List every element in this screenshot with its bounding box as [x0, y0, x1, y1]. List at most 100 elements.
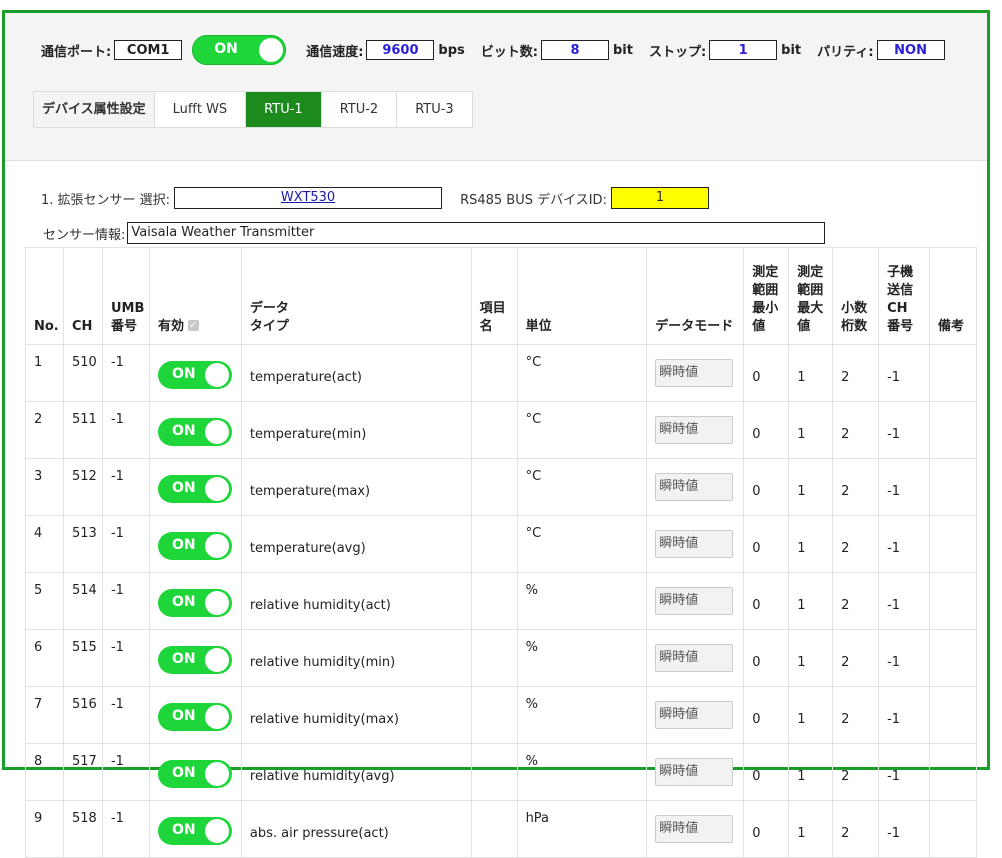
cell-slave-ch: -1 — [878, 629, 930, 687]
cell-unit: % — [516, 629, 648, 687]
cell-item[interactable] — [470, 743, 518, 801]
cell-min: 0 — [743, 515, 790, 573]
toggle-knob — [204, 534, 229, 558]
cell-datatype: relative humidity(min) — [240, 629, 472, 687]
sensor-select-field[interactable]: WXT530 — [174, 187, 443, 209]
busid-label: RS485 BUS デバイスID: — [460, 192, 607, 208]
cell-mode: 瞬時値 — [646, 344, 745, 402]
cell-ch: 512 — [62, 458, 103, 516]
enabled-toggle[interactable]: ON — [157, 703, 232, 731]
cell-item[interactable] — [470, 686, 518, 744]
cell-unit: °C — [516, 344, 648, 402]
data-mode-select[interactable]: 瞬時値 — [655, 530, 734, 558]
cell-item[interactable] — [470, 458, 518, 516]
sensor-select-link[interactable]: WXT530 — [281, 190, 335, 205]
cell-no: 4 — [25, 515, 64, 573]
cell-note[interactable] — [929, 743, 977, 801]
data-mode-select[interactable]: 瞬時値 — [655, 644, 734, 672]
sensor-info-field[interactable]: Vaisala Weather Transmitter — [127, 222, 826, 244]
table-row: 1 510 -1 ON temperature(act) °C 瞬時値 0 1 2 -1 — [25, 344, 977, 402]
cell-slave-ch: -1 — [878, 800, 930, 858]
cell-enabled: ON — [148, 800, 242, 858]
cell-enabled: ON — [148, 572, 242, 630]
data-mode-select[interactable]: 瞬時値 — [655, 416, 734, 444]
cell-datatype: relative humidity(act) — [240, 572, 472, 630]
cell-no: 7 — [25, 686, 64, 744]
cell-umb: -1 — [101, 629, 150, 687]
cell-max: 1 — [788, 572, 834, 630]
toggle-knob — [204, 420, 229, 444]
enabled-toggle[interactable]: ON — [157, 589, 232, 617]
cell-umb: -1 — [101, 800, 150, 858]
toggle-knob — [204, 477, 229, 501]
cell-note[interactable] — [929, 401, 977, 459]
settings-frame: 通信ポート: COM1 ON 通信速度: 9600 bps ビット数: 8 bi… — [2, 10, 990, 858]
stop-field[interactable]: 1 — [709, 40, 778, 60]
toggle-knob — [204, 819, 229, 843]
enabled-toggle[interactable]: ON — [157, 475, 232, 503]
table-header-row: No. CH UMB番号 有効 データタイプ 項目名 単位 データモード 測定範… — [25, 247, 977, 345]
table-row: 5 514 -1 ON relative humidity(act)% 瞬時値 0 1 2 -1 — [25, 572, 977, 630]
cell-mode: 瞬時値 — [646, 515, 745, 573]
cell-mode: 瞬時値 — [646, 401, 745, 459]
cell-note[interactable] — [929, 800, 977, 858]
cell-item[interactable] — [470, 344, 518, 402]
data-mode-select[interactable]: 瞬時値 — [655, 473, 734, 501]
enabled-toggle[interactable]: ON — [157, 760, 232, 788]
cell-note[interactable] — [929, 686, 977, 744]
cell-note[interactable] — [929, 458, 977, 516]
bits-field[interactable]: 8 — [540, 40, 609, 60]
data-mode-select[interactable]: 瞬時値 — [655, 815, 734, 843]
cell-min: 0 — [743, 458, 790, 516]
tab-rtu-3[interactable]: RTU-3 — [397, 92, 472, 127]
data-mode-select[interactable]: 瞬時値 — [655, 359, 734, 387]
tab-lufft-ws[interactable]: Lufft WS — [155, 92, 247, 127]
sensor-select-row: 1. 拡張センサー 選択: WXT530 RS485 BUS デバイスID: 1 — [41, 187, 709, 209]
cell-datatype: relative humidity(avg) — [240, 743, 472, 801]
enabled-toggle[interactable]: ON — [157, 646, 232, 674]
cell-note[interactable] — [929, 515, 977, 573]
cell-max: 1 — [788, 800, 834, 858]
data-mode-select[interactable]: 瞬時値 — [655, 701, 734, 729]
speed-field[interactable]: 9600 — [366, 40, 435, 60]
enabled-toggle[interactable]: ON — [157, 532, 232, 560]
cell-item[interactable] — [470, 800, 518, 858]
cell-enabled: ON — [148, 458, 242, 516]
cell-datatype: temperature(act) — [240, 344, 472, 402]
enabled-toggle-label: ON — [171, 366, 196, 382]
cell-note[interactable] — [929, 572, 977, 630]
cell-unit: °C — [516, 458, 648, 516]
enable-all-checkbox[interactable] — [187, 317, 199, 335]
port-field[interactable]: COM1 — [114, 40, 183, 60]
cell-note[interactable] — [929, 344, 977, 402]
cell-item[interactable] — [470, 515, 518, 573]
comm-settings-bar: 通信ポート: COM1 ON 通信速度: 9600 bps ビット数: 8 bi… — [5, 13, 987, 161]
tab-rtu-1[interactable]: RTU-1 — [246, 92, 322, 127]
cell-note[interactable] — [929, 629, 977, 687]
table-row: 9 518 -1 ON abs. air pressure(act) hPa 瞬時値 0 1 2-… — [25, 800, 977, 858]
enabled-toggle-label: ON — [171, 651, 196, 667]
cell-mode: 瞬時値 — [646, 743, 745, 801]
enabled-toggle[interactable]: ON — [157, 817, 232, 845]
table-row: 8 517 -1 ON relative humidity(avg)% 瞬時値 0 1 2 -1 — [25, 743, 977, 801]
comm-settings-row: 通信ポート: COM1 ON 通信速度: 9600 bps ビット数: 8 bi… — [41, 35, 945, 65]
cell-slave-ch: -1 — [878, 344, 930, 402]
cell-decimals: 2 — [832, 629, 880, 687]
cell-item[interactable] — [470, 401, 518, 459]
enabled-toggle[interactable]: ON — [157, 361, 232, 389]
cell-umb: -1 — [101, 515, 150, 573]
data-mode-select[interactable]: 瞬時値 — [655, 758, 734, 786]
cell-item[interactable] — [470, 629, 518, 687]
parity-field[interactable]: NON — [876, 40, 945, 60]
cell-item[interactable] — [470, 572, 518, 630]
busid-field[interactable]: 1 — [610, 187, 709, 209]
tab-rtu-2[interactable]: RTU-2 — [322, 92, 398, 127]
sensor-select-label: 1. 拡張センサー 選択: — [41, 192, 171, 208]
comm-toggle-label: ON — [214, 41, 238, 57]
header-min: 測定 範囲 最小値 — [743, 247, 790, 345]
enabled-toggle[interactable]: ON — [157, 418, 232, 446]
data-mode-select[interactable]: 瞬時値 — [655, 587, 734, 615]
header-umb: UMB 番号 — [101, 247, 150, 345]
cell-mode: 瞬時値 — [646, 800, 745, 858]
comm-toggle[interactable]: ON — [192, 35, 287, 65]
